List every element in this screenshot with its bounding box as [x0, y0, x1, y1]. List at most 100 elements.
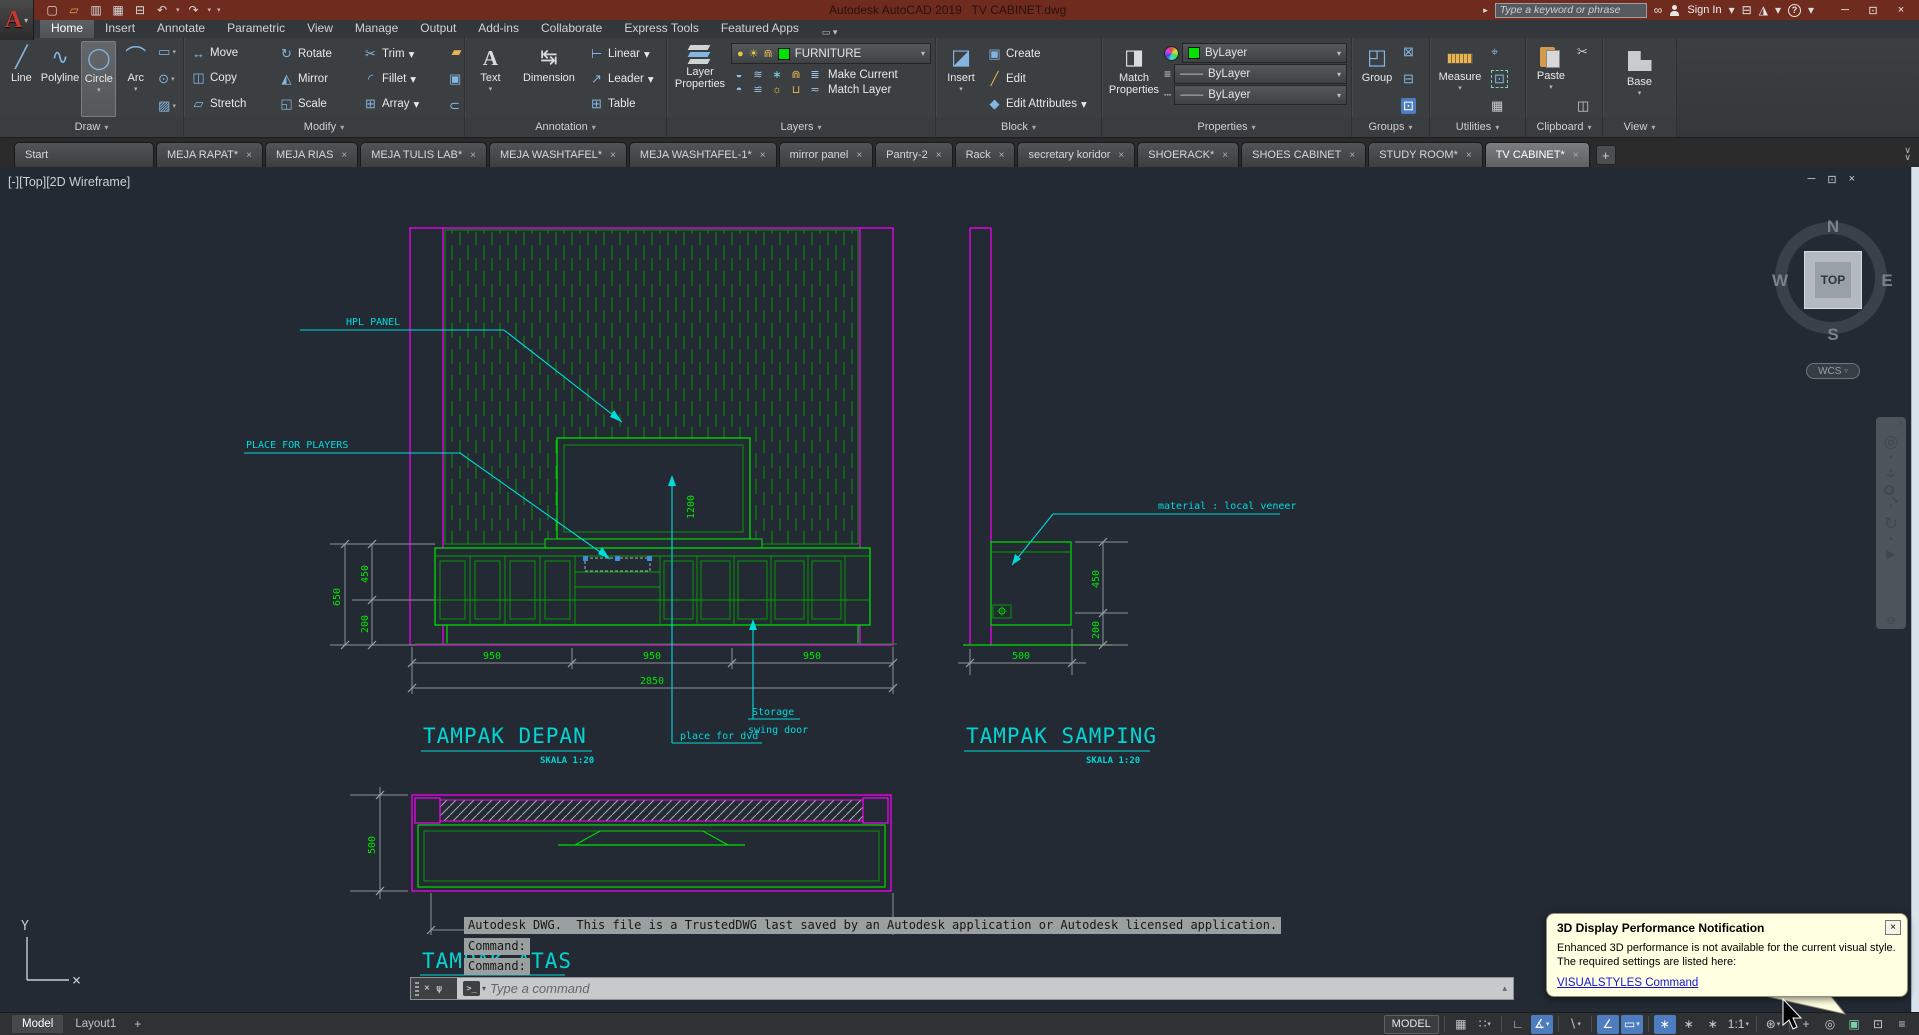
- edit-block-button[interactable]: ╱ Edit: [984, 70, 1097, 88]
- command-bar-grip[interactable]: × ⋔: [411, 978, 457, 999]
- notification-close-button[interactable]: ×: [1885, 920, 1901, 935]
- linear-button[interactable]: ⊢ Linear ▾: [586, 45, 662, 63]
- search-input[interactable]: [1494, 2, 1647, 18]
- panel-label-modify[interactable]: Modify ▾: [184, 117, 464, 137]
- graphics-performance-button[interactable]: ▣: [1843, 1015, 1865, 1034]
- restore-button[interactable]: ⊡: [1859, 4, 1887, 17]
- dim-450[interactable]: 450: [360, 565, 371, 583]
- panel-label-properties[interactable]: Properties ▾: [1102, 117, 1351, 137]
- ribbon-tab-manage[interactable]: Manage: [344, 19, 409, 38]
- title-tampak-samping[interactable]: TAMPAK SAMPING: [966, 724, 1157, 748]
- layer-on-icon[interactable]: ◓: [731, 84, 747, 96]
- object-color-dropdown[interactable]: ByLayer ▾: [1182, 43, 1347, 63]
- table-button[interactable]: ⊞ Table: [586, 95, 662, 113]
- snap-toggle[interactable]: ∷ ▾: [1474, 1015, 1496, 1034]
- ribbon-tab-express-tools[interactable]: Express Tools: [613, 19, 709, 38]
- match-properties-button[interactable]: ◨ Match Properties: [1106, 41, 1162, 117]
- viewcube-north[interactable]: N: [1827, 217, 1839, 237]
- recent-commands-icon[interactable]: ▾: [482, 984, 486, 993]
- rotate-button[interactable]: ↻ Rotate: [276, 45, 358, 63]
- wcs-dropdown[interactable]: WCS ▿: [1806, 363, 1860, 379]
- close-icon[interactable]: ×: [936, 150, 942, 161]
- viewport-minimize-icon[interactable]: ─: [1808, 173, 1816, 186]
- grid-toggle[interactable]: ▦: [1450, 1015, 1472, 1034]
- panel-label-view[interactable]: View ▾: [1603, 117, 1676, 137]
- scale-label[interactable]: SKALA 1:20: [1086, 756, 1140, 766]
- viewcube[interactable]: N S W E TOP WCS ▿: [1770, 215, 1896, 385]
- zoom-icon[interactable]: [1883, 485, 1899, 503]
- save-icon[interactable]: ▥: [88, 3, 104, 17]
- layer-dropdown[interactable]: ● ☀ ⋒ FURNITURE ▾: [731, 43, 931, 64]
- offset-button[interactable]: ⊂: [447, 98, 466, 114]
- group-edit-button[interactable]: ⊟: [1401, 71, 1416, 87]
- polar-tracking-toggle[interactable]: ∡ ▾: [1530, 1014, 1553, 1034]
- layer-lock-icon[interactable]: ⋒: [788, 68, 804, 81]
- panel-label-draw[interactable]: Draw ▾: [0, 117, 183, 137]
- viewcube-west[interactable]: W: [1772, 271, 1788, 291]
- ribbon-tab-collaborate[interactable]: Collaborate: [530, 19, 613, 38]
- search-icon[interactable]: ∞: [1654, 3, 1663, 17]
- object-snap-toggle[interactable]: ∗: [1653, 1014, 1676, 1034]
- ribbon-tab-featured-apps[interactable]: Featured Apps: [710, 19, 810, 38]
- make-current-icon[interactable]: ≣: [807, 68, 823, 81]
- ribbon-tab-home[interactable]: Home: [40, 19, 95, 38]
- close-icon[interactable]: ×: [856, 150, 862, 161]
- file-tab[interactable]: SHOERACK* ×: [1137, 142, 1240, 167]
- layer-isolate-icon[interactable]: ≋: [750, 68, 766, 81]
- line-button[interactable]: ╱ Line: [4, 41, 39, 117]
- close-icon[interactable]: ×: [1349, 150, 1355, 161]
- redo-icon[interactable]: ↷: [186, 3, 202, 17]
- viewport-close-icon[interactable]: ×: [1849, 173, 1855, 186]
- dim-500[interactable]: 500: [1012, 651, 1030, 662]
- command-history-icon[interactable]: ▴: [1502, 983, 1507, 994]
- show-motion-icon[interactable]: ▶: [1886, 547, 1895, 561]
- search-collapse-icon[interactable]: ▸: [1483, 5, 1488, 16]
- pan-icon[interactable]: ↔ ↕: [1882, 465, 1900, 482]
- dim-200[interactable]: 200: [1091, 621, 1102, 639]
- help-chevron-icon[interactable]: ▾: [1808, 3, 1814, 17]
- leader-button[interactable]: ↗ Leader ▾: [586, 70, 662, 88]
- viewcube-south[interactable]: S: [1827, 325, 1838, 345]
- command-close-icon[interactable]: ×: [424, 983, 430, 994]
- layer-thaw-icon[interactable]: ☼: [769, 84, 785, 96]
- front-view-geometry[interactable]: [409, 227, 897, 646]
- file-tab[interactable]: MEJA WASHTAFEL* ×: [489, 142, 627, 167]
- ungroup-button[interactable]: ⊠: [1401, 44, 1416, 60]
- label-storage[interactable]: Storage: [752, 707, 794, 718]
- mirror-button[interactable]: ◭ Mirror: [276, 70, 358, 88]
- dim-950[interactable]: 950: [483, 651, 501, 662]
- file-tab[interactable]: SHOES CABINET ×: [1241, 142, 1367, 167]
- file-tab[interactable]: Rack ×: [954, 142, 1016, 167]
- ribbon-tab-annotate[interactable]: Annotate: [146, 19, 216, 38]
- label-hpl-panel[interactable]: HPL PANEL: [346, 317, 400, 328]
- close-icon[interactable]: ×: [470, 150, 476, 161]
- panel-label-block[interactable]: Block ▾: [936, 117, 1101, 137]
- ribbon-tab-insert[interactable]: Insert: [94, 19, 146, 38]
- trim-button[interactable]: ✂ Trim ▾: [360, 45, 444, 63]
- panel-label-annotation[interactable]: Annotation ▾: [465, 117, 666, 137]
- side-view-geometry[interactable]: [963, 227, 1112, 646]
- ribbon-tab-output[interactable]: Output: [409, 19, 467, 38]
- erase-button[interactable]: ▰: [447, 44, 466, 60]
- dim-500[interactable]: 500: [367, 836, 378, 854]
- navigation-bar[interactable]: × ◎ ▾ ↔ ↕ ▾ ↻ ▾ ▶ ⊖: [1876, 417, 1906, 629]
- undo-chevron-icon[interactable]: ▾: [176, 6, 180, 14]
- quick-select-button[interactable]: ⊡: [1489, 70, 1510, 88]
- clean-screen-button[interactable]: ⊡: [1867, 1015, 1889, 1034]
- side-view-title[interactable]: TAMPAK SAMPING SKALA 1:20: [964, 724, 1157, 766]
- dim-450[interactable]: 450: [1091, 570, 1102, 588]
- measure-button[interactable]: Measure ▾: [1434, 41, 1486, 117]
- close-icon[interactable]: ×: [1466, 150, 1472, 161]
- file-tab-start[interactable]: Start: [14, 142, 154, 167]
- group-button[interactable]: ◰ Group: [1356, 41, 1398, 117]
- text-button[interactable]: A Text ▾: [469, 41, 512, 117]
- command-input[interactable]: [490, 981, 1503, 996]
- sign-in-chevron-icon[interactable]: ▾: [1729, 3, 1735, 17]
- layer-unlock-icon[interactable]: ⊔: [788, 83, 804, 96]
- file-tab[interactable]: secretary koridor ×: [1017, 142, 1136, 167]
- navbar-close-icon[interactable]: ×: [1898, 419, 1903, 428]
- new-layout-button[interactable]: +: [128, 1017, 147, 1031]
- close-icon[interactable]: ×: [341, 150, 347, 161]
- label-place-for-dvd[interactable]: place for dvd: [680, 731, 758, 742]
- drawing-area[interactable]: 650 450 200 950 950 950 2850 1200 HPL PA…: [0, 167, 1919, 1012]
